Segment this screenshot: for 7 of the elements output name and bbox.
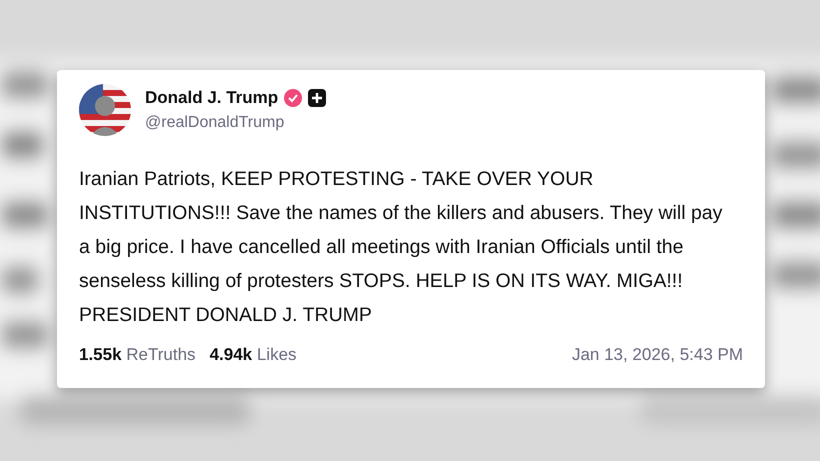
plus-icon [308, 89, 326, 107]
post-text: Iranian Patriots, KEEP PROTESTING - TAKE OVER YOUR INSTITUTIONS!!! Save the names of the killers and abusers. They will pay a big price. I have cancelled all meetings with Iranian Officials until the senseless killing of protesters STOPS. HELP IS ON ITS WAY. MIGA!!! PRESIDENT DONALD J. TRUMP [79, 167, 724, 328]
author-name[interactable]: Donald J. Trump [145, 85, 278, 111]
stat-link[interactable]: 4.94k Likes [210, 342, 297, 368]
author-handle[interactable]: @realDonaldTrump [145, 110, 326, 135]
stat-link[interactable]: 1.55k ReTruths [79, 342, 196, 368]
timestamp[interactable]: Jan 13, 2026, 5:43 PM [572, 342, 743, 368]
